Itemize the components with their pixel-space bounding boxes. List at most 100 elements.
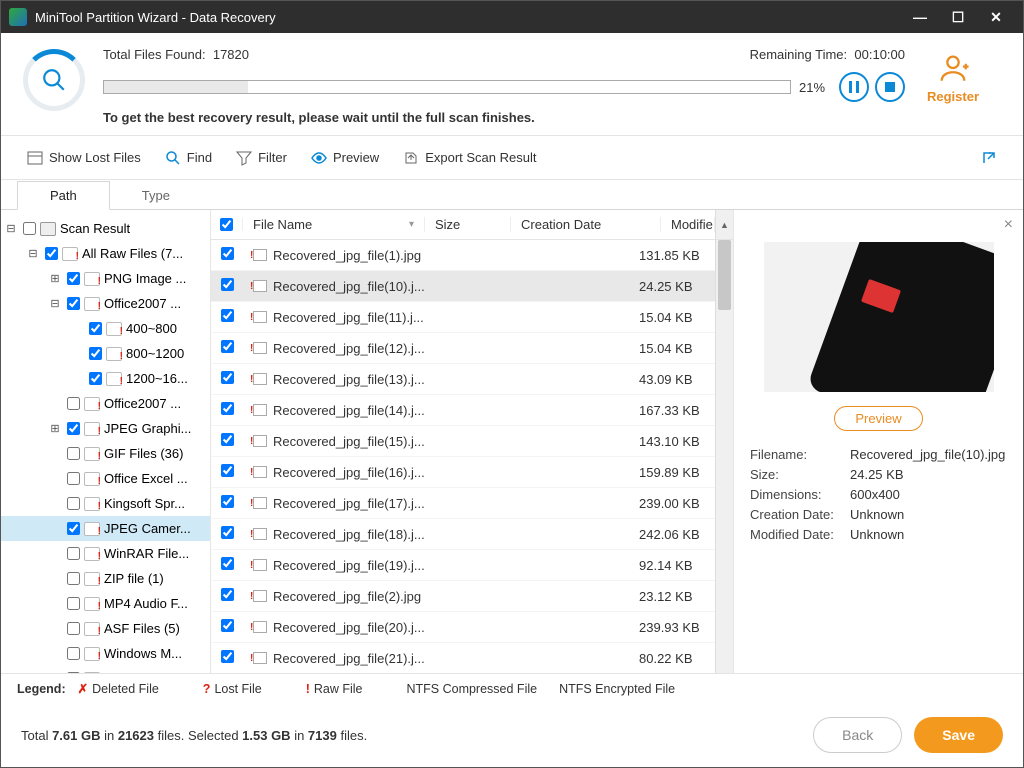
share-button[interactable]	[975, 144, 1009, 172]
tree-node[interactable]: MP4 Audio F...	[1, 591, 210, 616]
legend-bar: Legend: ✗Deleted File ?Lost File !Raw Fi…	[1, 673, 1023, 703]
tree-node[interactable]: ⊞PNG Image ...	[1, 266, 210, 291]
file-row[interactable]: Recovered_jpg_file(11).j... 15.04 KB	[211, 302, 715, 333]
tree-node[interactable]: Windows M...	[1, 641, 210, 666]
col-creation-date[interactable]: Creation Date	[511, 217, 661, 232]
file-row[interactable]: Recovered_jpg_file(10).j...24.25 KB	[211, 271, 715, 302]
tree-checkbox[interactable]	[67, 547, 80, 560]
back-button[interactable]: Back	[813, 717, 902, 753]
file-row[interactable]: Recovered_jpg_file(21).j...80.22 KB	[211, 643, 715, 673]
meta-dim-label: Dimensions:	[750, 487, 850, 502]
tree-root[interactable]: ⊟Scan Result	[1, 216, 210, 241]
file-row[interactable]: Recovered_jpg_file(17).j...239.00 KB	[211, 488, 715, 519]
tree-checkbox[interactable]	[45, 247, 58, 260]
tree-checkbox[interactable]	[67, 622, 80, 635]
file-row[interactable]: Recovered_jpg_file(14).j...167.33 KB	[211, 395, 715, 426]
file-row[interactable]: Recovered_jpg_file(1).jpg131.85 KB	[211, 240, 715, 271]
file-name: Recovered_jpg_file(11).j...	[273, 310, 424, 325]
file-row[interactable]: Recovered_jpg_file(12).j...15.04 KB	[211, 333, 715, 364]
meta-size-value: 24.25 KB	[850, 467, 904, 482]
file-row[interactable]: Recovered_jpg_file(18).j...242.06 KB	[211, 519, 715, 550]
preview-button[interactable]: Preview	[299, 144, 391, 172]
file-checkbox[interactable]	[221, 309, 234, 322]
file-checkbox[interactable]	[221, 495, 234, 508]
file-size: 15.04 KB	[629, 341, 715, 356]
tree-node[interactable]: ⊞JPEG Graphi...	[1, 416, 210, 441]
file-checkbox[interactable]	[221, 619, 234, 632]
pause-button[interactable]	[839, 72, 869, 102]
tab-type[interactable]: Type	[110, 182, 202, 209]
show-lost-files-button[interactable]: Show Lost Files	[15, 144, 153, 172]
tree-checkbox[interactable]	[23, 222, 36, 235]
file-checkbox[interactable]	[221, 526, 234, 539]
tab-path[interactable]: Path	[17, 181, 110, 210]
save-button[interactable]: Save	[914, 717, 1003, 753]
file-list[interactable]: Recovered_jpg_file(1).jpg131.85 KBRecove…	[211, 240, 715, 673]
col-modified[interactable]: Modifie	[661, 217, 715, 232]
file-checkbox[interactable]	[221, 557, 234, 570]
tree-node[interactable]: ASF Files (5)	[1, 616, 210, 641]
file-checkbox[interactable]	[221, 247, 234, 260]
minimize-button[interactable]: —	[901, 1, 939, 33]
scroll-up-button[interactable]: ▲	[715, 210, 733, 239]
file-checkbox[interactable]	[221, 588, 234, 601]
tree-node[interactable]: Office Excel ...	[1, 466, 210, 491]
close-button[interactable]: ✕	[977, 1, 1015, 33]
tree-node[interactable]: JPEG Camer...	[1, 516, 210, 541]
tree-checkbox[interactable]	[67, 272, 80, 285]
tree-node[interactable]: Office WOR	[1, 666, 210, 673]
export-button[interactable]: Export Scan Result	[391, 144, 548, 172]
tree-node[interactable]: ZIP file (1)	[1, 566, 210, 591]
tree-checkbox[interactable]	[67, 447, 80, 460]
file-checkbox[interactable]	[221, 402, 234, 415]
tree-node[interactable]: Office2007 ...	[1, 391, 210, 416]
find-button[interactable]: Find	[153, 144, 224, 172]
tree-checkbox[interactable]	[67, 597, 80, 610]
tree-checkbox[interactable]	[67, 572, 80, 585]
file-row[interactable]: Recovered_jpg_file(2).jpg23.12 KB	[211, 581, 715, 612]
folder-tree[interactable]: ⊟Scan Result ⊟All Raw Files (7...⊞PNG Im…	[1, 210, 211, 673]
tree-checkbox[interactable]	[67, 297, 80, 310]
file-checkbox[interactable]	[221, 340, 234, 353]
file-checkbox[interactable]	[221, 433, 234, 446]
file-checkbox[interactable]	[221, 464, 234, 477]
file-size: 15.04 KB	[629, 310, 715, 325]
file-checkbox[interactable]	[221, 650, 234, 663]
file-row[interactable]: Recovered_jpg_file(20).j...239.93 KB	[211, 612, 715, 643]
tree-checkbox[interactable]	[89, 347, 102, 360]
tree-checkbox[interactable]	[67, 647, 80, 660]
tree-node[interactable]: 1200~16...	[1, 366, 210, 391]
tree-checkbox[interactable]	[89, 322, 102, 335]
register-button[interactable]: Register	[905, 47, 1001, 104]
stop-button[interactable]	[875, 72, 905, 102]
tree-node[interactable]: GIF Files (36)	[1, 441, 210, 466]
preview-open-button[interactable]: Preview	[834, 406, 922, 431]
file-checkbox[interactable]	[221, 278, 234, 291]
tree-checkbox[interactable]	[67, 472, 80, 485]
maximize-button[interactable]: ☐	[939, 1, 977, 33]
file-row[interactable]: Recovered_jpg_file(13).j...43.09 KB	[211, 364, 715, 395]
select-all-checkbox[interactable]	[220, 218, 233, 231]
file-size: 23.12 KB	[629, 589, 715, 604]
tree-node[interactable]: 400~800	[1, 316, 210, 341]
file-row[interactable]: Recovered_jpg_file(19).j...92.14 KB	[211, 550, 715, 581]
tree-node[interactable]: Kingsoft Spr...	[1, 491, 210, 516]
file-checkbox[interactable]	[221, 371, 234, 384]
file-row[interactable]: Recovered_jpg_file(16).j...159.89 KB	[211, 457, 715, 488]
tree-checkbox[interactable]	[67, 397, 80, 410]
meta-cd-label: Creation Date:	[750, 507, 850, 522]
tree-node[interactable]: ⊟All Raw Files (7...	[1, 241, 210, 266]
tree-checkbox[interactable]	[67, 522, 80, 535]
tree-checkbox[interactable]	[67, 497, 80, 510]
tree-node[interactable]: WinRAR File...	[1, 541, 210, 566]
file-row[interactable]: Recovered_jpg_file(15).j...143.10 KB	[211, 426, 715, 457]
col-filename[interactable]: File Name▾	[243, 217, 425, 232]
filter-button[interactable]: Filter	[224, 144, 299, 172]
tree-checkbox[interactable]	[89, 372, 102, 385]
tree-node[interactable]: 800~1200	[1, 341, 210, 366]
preview-close-button[interactable]: ×	[1004, 216, 1013, 234]
tree-node[interactable]: ⊟Office2007 ...	[1, 291, 210, 316]
file-scrollbar[interactable]	[715, 240, 733, 673]
tree-checkbox[interactable]	[67, 422, 80, 435]
col-size[interactable]: Size	[425, 217, 511, 232]
